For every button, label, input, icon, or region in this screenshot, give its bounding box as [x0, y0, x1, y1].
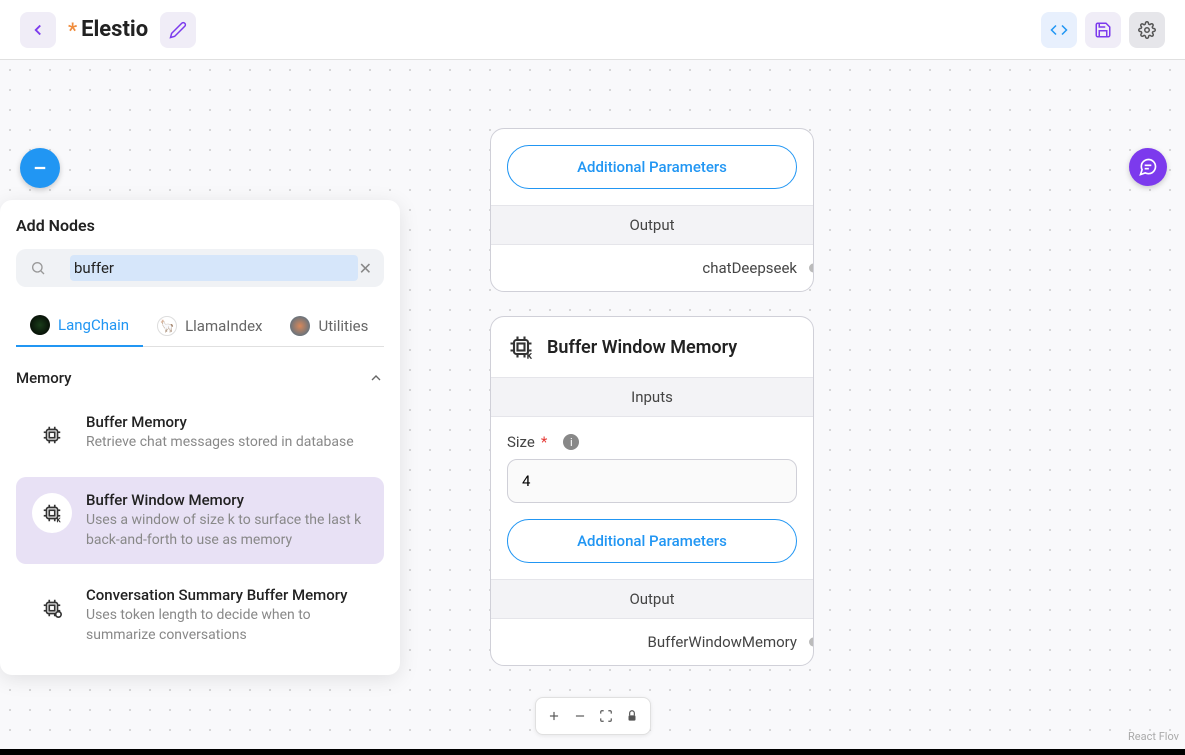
lock-icon	[625, 709, 639, 723]
category-header[interactable]: Memory	[16, 365, 384, 391]
output-handle[interactable]	[809, 264, 814, 273]
size-label-text: Size	[507, 433, 535, 451]
header-left: * Elestio	[20, 12, 196, 48]
node-text: Conversation Summary Buffer Memory Uses …	[86, 586, 368, 645]
category-memory: Memory Buffer Memory Retrieve chat messa…	[16, 365, 384, 659]
tab-utilities[interactable]: Utilities	[276, 305, 382, 346]
chat-icon	[1138, 157, 1158, 177]
tab-langchain[interactable]: LangChain	[16, 305, 143, 347]
minus-icon	[31, 159, 49, 177]
output-value: BufferWindowMemory	[647, 633, 797, 651]
node-text: Buffer Window Memory Uses a window of si…	[86, 491, 368, 550]
edit-title-button[interactable]	[160, 12, 196, 48]
memory-icon: k	[507, 333, 535, 361]
fit-icon	[599, 709, 613, 723]
tab-label: LangChain	[58, 316, 129, 334]
zoom-out-button[interactable]	[568, 704, 592, 728]
inputs-section-label: Inputs	[491, 377, 813, 417]
node-item-buffer-memory[interactable]: Buffer Memory Retrieve chat messages sto…	[16, 399, 384, 469]
canvas[interactable]: Add Nodes ✕ LangChain 🦙 LlamaIndex Utili…	[0, 60, 1185, 755]
save-icon	[1094, 21, 1112, 39]
node-name: Conversation Summary Buffer Memory	[86, 586, 368, 604]
node-item-buffer-window-memory[interactable]: k Buffer Window Memory Uses a window of …	[16, 477, 384, 564]
collapse-panel-fab[interactable]	[20, 148, 60, 188]
info-icon[interactable]: i	[563, 434, 579, 450]
memory-icon	[41, 424, 63, 446]
memory-icon: k	[41, 502, 63, 524]
node-item-conversation-summary-buffer-memory[interactable]: Conversation Summary Buffer Memory Uses …	[16, 572, 384, 659]
node-body: Additional Parameters	[491, 129, 813, 205]
llamaindex-icon: 🦙	[157, 316, 177, 336]
flow-node-buffer-window-memory[interactable]: k Buffer Window Memory Inputs Size * i A…	[490, 316, 814, 666]
output-value: chatDeepseek	[702, 259, 797, 277]
title-wrap: * Elestio	[68, 17, 148, 42]
search-wrap[interactable]: ✕	[16, 249, 384, 287]
memory-icon	[41, 597, 63, 619]
code-icon	[1050, 21, 1068, 39]
panel-tabs: LangChain 🦙 LlamaIndex Utilities	[16, 305, 384, 347]
tab-label: Utilities	[318, 317, 368, 335]
node-icon-wrap	[32, 415, 72, 455]
svg-text:k: k	[57, 515, 61, 524]
additional-parameters-button[interactable]: Additional Parameters	[507, 519, 797, 563]
search-input[interactable]	[56, 259, 344, 277]
search-icon	[30, 260, 46, 276]
gear-icon	[1138, 21, 1156, 39]
canvas-controls	[535, 697, 651, 735]
required-indicator: *	[541, 433, 547, 451]
tab-llamaindex[interactable]: 🦙 LlamaIndex	[143, 305, 276, 346]
minus-icon	[573, 709, 587, 723]
size-input[interactable]	[507, 459, 797, 503]
node-icon-wrap	[32, 588, 72, 628]
output-row: BufferWindowMemory	[491, 619, 813, 665]
chevron-left-icon	[29, 21, 47, 39]
app-header: * Elestio	[0, 0, 1185, 60]
additional-parameters-button[interactable]: Additional Parameters	[507, 145, 797, 189]
code-button[interactable]	[1041, 12, 1077, 48]
lock-button[interactable]	[620, 704, 644, 728]
output-section-label: Output	[491, 579, 813, 619]
node-title: Buffer Window Memory	[547, 337, 737, 358]
settings-button[interactable]	[1129, 12, 1165, 48]
flow-node-chat[interactable]: Additional Parameters Output chatDeepsee…	[490, 128, 814, 292]
utilities-icon	[290, 316, 310, 336]
header-right	[1041, 12, 1165, 48]
svg-text:k: k	[527, 351, 532, 361]
node-desc: Retrieve chat messages stored in databas…	[86, 433, 368, 453]
bottom-bar	[0, 749, 1185, 755]
chat-fab[interactable]	[1129, 148, 1167, 186]
save-button[interactable]	[1085, 12, 1121, 48]
modified-indicator: *	[68, 18, 77, 42]
node-text: Buffer Memory Retrieve chat messages sto…	[86, 413, 368, 453]
langchain-icon	[30, 315, 50, 335]
output-row: chatDeepseek	[491, 245, 813, 291]
pencil-icon	[169, 21, 187, 39]
node-name: Buffer Memory	[86, 413, 368, 431]
panel-title: Add Nodes	[16, 216, 384, 235]
page-title: Elestio	[81, 17, 148, 42]
zoom-in-button[interactable]	[542, 704, 566, 728]
search-clear-button[interactable]: ✕	[359, 259, 372, 278]
node-desc: Uses a window of size k to surface the l…	[86, 511, 368, 550]
attribution: React Flov	[1128, 730, 1179, 743]
fit-view-button[interactable]	[594, 704, 618, 728]
node-desc: Uses token length to decide when to summ…	[86, 606, 368, 645]
add-nodes-panel: Add Nodes ✕ LangChain 🦙 LlamaIndex Utili…	[0, 200, 400, 675]
node-icon-wrap: k	[32, 493, 72, 533]
chevron-up-icon	[368, 370, 384, 386]
size-field-label: Size * i	[507, 433, 797, 451]
node-name: Buffer Window Memory	[86, 491, 368, 509]
back-button[interactable]	[20, 12, 56, 48]
plus-icon	[547, 709, 561, 723]
output-section-label: Output	[491, 205, 813, 245]
node-header: k Buffer Window Memory	[491, 317, 813, 377]
node-body: Size * i Additional Parameters	[491, 417, 813, 579]
tab-label: LlamaIndex	[185, 317, 262, 335]
output-handle[interactable]	[809, 638, 814, 647]
category-title: Memory	[16, 369, 72, 387]
